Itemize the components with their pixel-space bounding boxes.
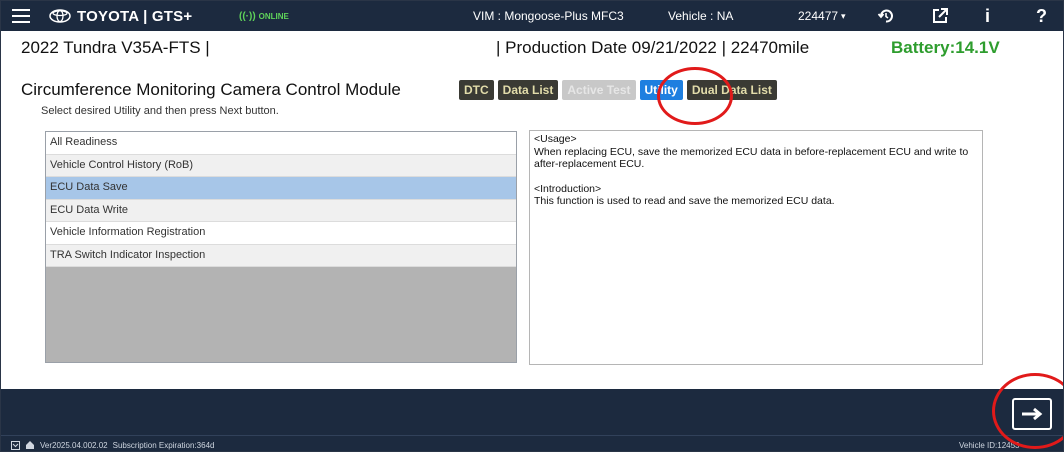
brand-logo: TOYOTA | GTS+ [49, 1, 192, 31]
bottom-panel [1, 389, 1063, 435]
chevron-down-icon: ▾ [841, 10, 846, 21]
module-title: Circumference Monitoring Camera Control … [21, 80, 401, 99]
toyota-logo-icon [49, 9, 71, 23]
settings-icon[interactable] [11, 440, 20, 450]
hamburger-icon[interactable] [11, 1, 31, 31]
tab-dual-data-list[interactable]: Dual Data List [686, 80, 777, 100]
user-code: 224477 [798, 9, 839, 23]
vim-label: VIM : Mongoose-Plus MFC3 [473, 9, 624, 23]
utility-list: All Readiness Vehicle Control History (R… [45, 131, 517, 363]
list-item-tra-switch-indicator-inspection[interactable]: TRA Switch Indicator Inspection [46, 244, 516, 267]
tab-dtc[interactable]: DTC [459, 80, 494, 100]
next-button[interactable] [1012, 398, 1052, 430]
app-window: TOYOTA | GTS+ ((·)) ONLINE VIM : Mongoos… [0, 0, 1064, 452]
list-item-all-readiness[interactable]: All Readiness [46, 132, 516, 155]
list-item-ecu-data-save[interactable]: ECU Data Save [46, 177, 516, 200]
external-link-icon-svg [933, 8, 948, 23]
status-right: Vehicle ID:12453 [959, 436, 1020, 451]
version-text: Ver2025.04.002.02 [40, 440, 108, 450]
vehicle-id-text: Vehicle ID:12453 [959, 440, 1020, 450]
vehicle-label: Vehicle : NA [668, 9, 734, 23]
introduction-text: This function is used to read and save t… [534, 195, 835, 207]
tab-active-test: Active Test [562, 80, 636, 100]
tab-data-list[interactable]: Data List [497, 80, 559, 100]
list-item-vehicle-control-history[interactable]: Vehicle Control History (RoB) [46, 154, 516, 177]
instruction-text: Select desired Utility and then press Ne… [41, 105, 279, 117]
top-bar: TOYOTA | GTS+ ((·)) ONLINE VIM : Mongoos… [1, 1, 1063, 31]
introduction-header: <Introduction> [534, 182, 602, 195]
usage-header: <Usage> [534, 133, 577, 145]
production-info: | Production Date 09/21/2022 | 22470mile [496, 38, 810, 57]
next-arrow-icon [1022, 407, 1043, 421]
tab-utility[interactable]: Utility [639, 80, 683, 100]
subscription-text: Subscription Expiration:364d [112, 440, 215, 450]
usage-text: When replacing ECU, save the memorized E… [534, 145, 969, 171]
status-left: Ver2025.04.002.02 Subscription Expiratio… [11, 436, 215, 451]
function-tabs: DTC Data List Active Test Utility Dual D… [459, 80, 777, 100]
history-icon-svg [877, 9, 893, 23]
online-status: ((·)) ONLINE [239, 1, 289, 31]
vehicle-title: 2022 Tundra V35A-FTS | [21, 38, 210, 57]
online-label: ONLINE [258, 11, 289, 21]
online-signal-icon: ((·)) [239, 10, 256, 22]
info-icon[interactable]: i [985, 1, 990, 31]
brand-name: TOYOTA | GTS+ [77, 7, 193, 25]
history-icon[interactable] [877, 1, 897, 31]
status-bar: Ver2025.04.002.02 Subscription Expiratio… [1, 435, 1063, 451]
help-icon[interactable]: ? [1036, 1, 1047, 31]
user-code-dropdown[interactable]: 224477 ▾ [798, 1, 846, 31]
list-item-ecu-data-write[interactable]: ECU Data Write [46, 199, 516, 222]
battery-voltage: Battery:14.1V [891, 38, 1000, 57]
external-link-icon[interactable] [931, 1, 951, 31]
home-icon[interactable] [25, 440, 35, 450]
description-panel: <Usage> When replacing ECU, save the mem… [529, 130, 983, 365]
list-item-vehicle-information-registration[interactable]: Vehicle Information Registration [46, 222, 516, 245]
